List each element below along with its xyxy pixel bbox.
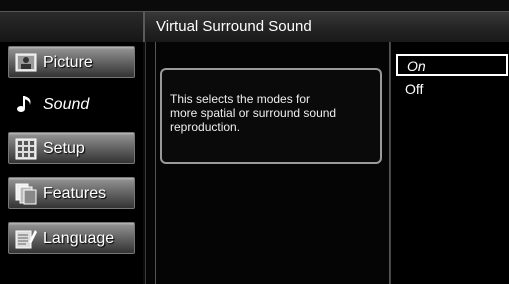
menu-item-setup[interactable]: Setup <box>8 132 135 164</box>
music-note-icon <box>17 96 31 112</box>
menu-item-features[interactable]: Features <box>8 177 135 209</box>
menu-label-language: Language <box>43 230 115 247</box>
option-on-label: On <box>407 58 426 74</box>
option-on[interactable]: On <box>396 54 508 76</box>
setup-grid-icon <box>15 138 37 160</box>
menu-item-picture[interactable]: Picture <box>8 46 135 78</box>
features-icon <box>15 183 37 205</box>
option-off-label: Off <box>405 81 424 97</box>
option-off[interactable]: Off <box>396 78 508 100</box>
description-line-1: This selects the modes for <box>170 92 311 106</box>
description-line-3: reproduction. <box>170 120 241 134</box>
header-left-block <box>0 12 145 42</box>
menu-label-sound: Sound <box>43 96 90 113</box>
description-line-2: more spatial or surround sound <box>170 106 337 120</box>
main-menu: Picture Sound Setup Features Language <box>0 42 143 284</box>
picture-icon <box>15 53 37 72</box>
options-panel: On Off <box>390 42 509 284</box>
page-title: Virtual Surround Sound <box>156 18 312 35</box>
tv-menu-screen: Virtual Surround Sound Picture Sound Set… <box>0 0 509 284</box>
menu-item-language[interactable]: Language <box>8 222 135 254</box>
menu-label-features: Features <box>43 185 107 202</box>
description-box: This selects the modes for more spatial … <box>160 68 382 164</box>
header-bar: Virtual Surround Sound <box>0 11 509 43</box>
menu-label-setup: Setup <box>43 140 85 157</box>
menu-item-sound[interactable]: Sound <box>8 87 135 119</box>
menu-label-picture: Picture <box>43 54 93 71</box>
language-icon <box>15 230 37 249</box>
